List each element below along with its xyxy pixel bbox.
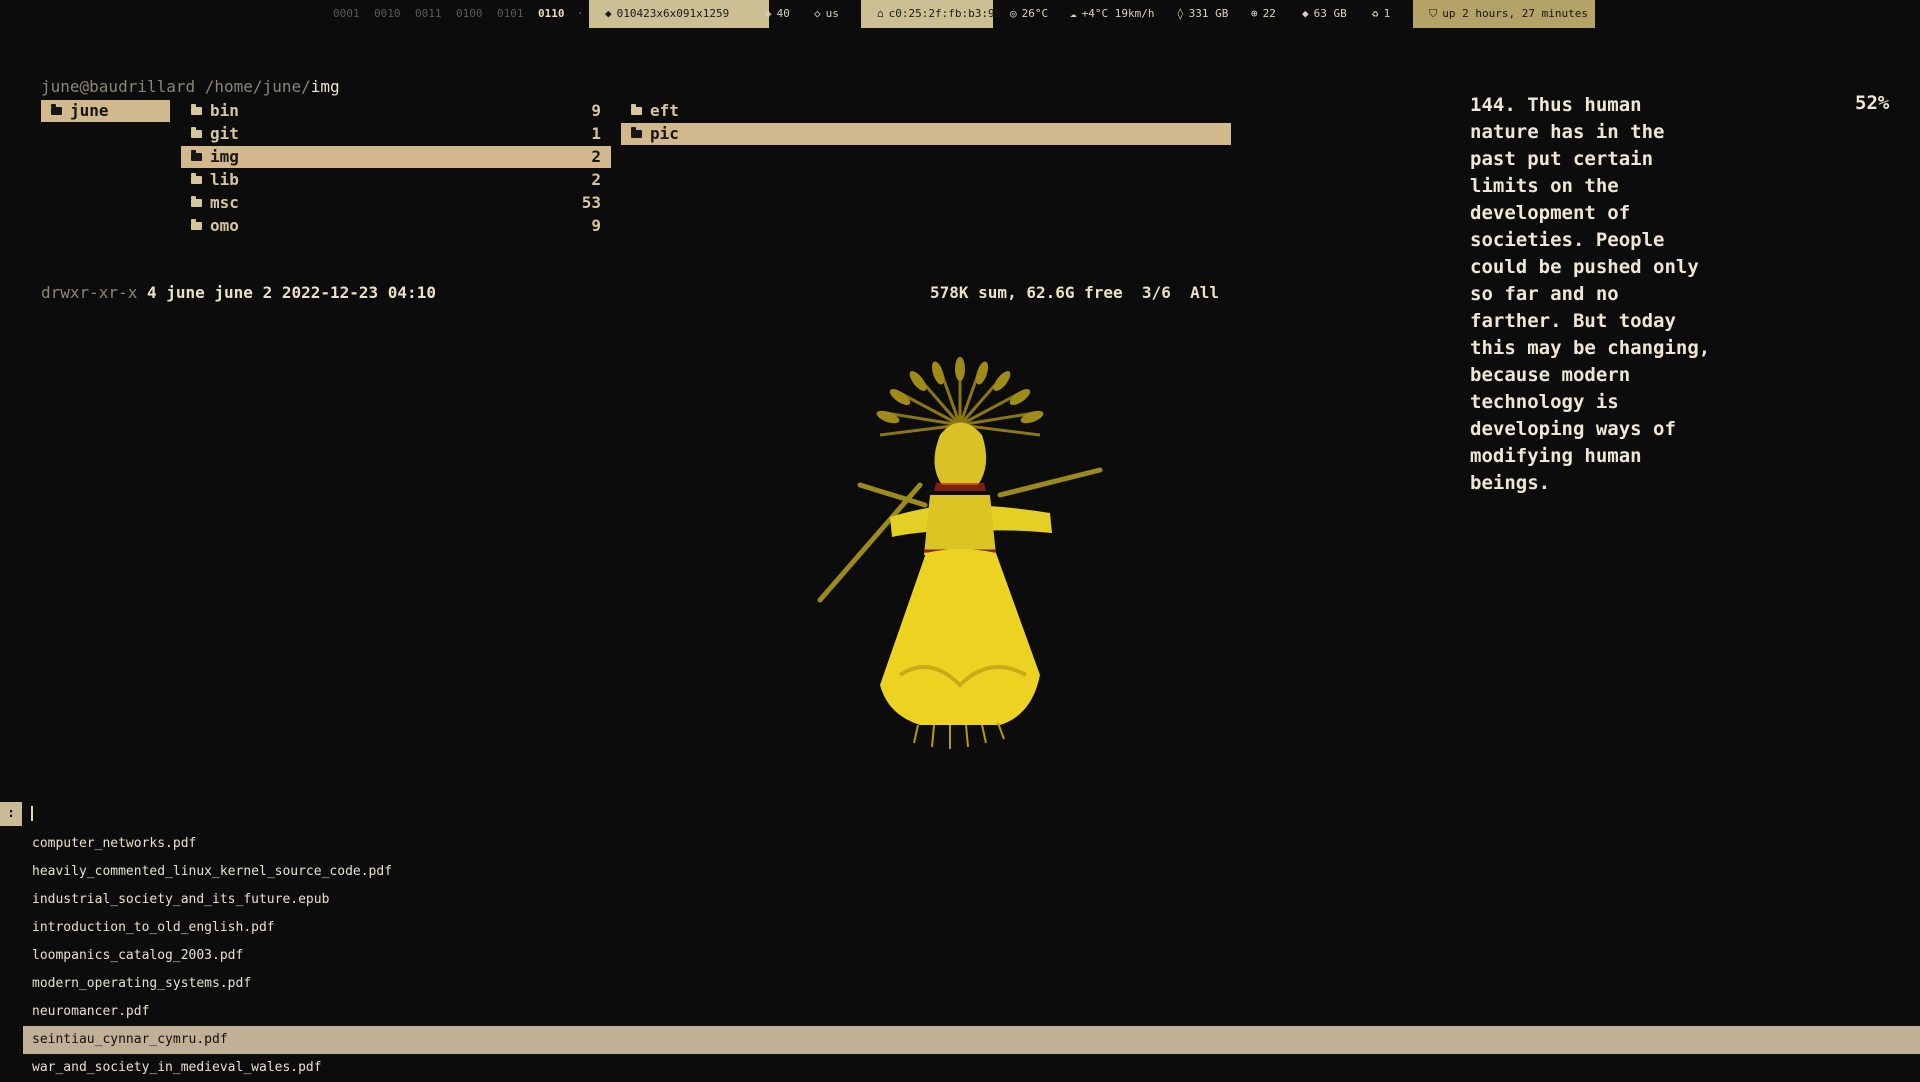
list-item[interactable]: war_and_society_in_medieval_wales.pdf [23,1054,1920,1082]
weather-value: +4°C 19km/h [1081,7,1155,20]
dir-item-omo[interactable]: omo 9 [181,215,611,237]
updates-value: 1 [1383,7,1391,20]
volume-value: 40 [776,7,790,20]
folder-icon [631,127,642,138]
memory-widget: ◆ 63 GB [1302,0,1347,28]
updates-widget: ♻ 1 [1372,0,1390,28]
permissions: drwxr-xr-x [41,283,138,302]
dir-item-count: 2 [591,170,601,189]
dir-item-count: 9 [591,101,601,120]
dir-item-label: omo [210,216,239,235]
cpu-widget: ⊕ 22 [1251,0,1276,28]
workspace-5[interactable]: 0101 [497,0,524,28]
parent-item-june[interactable]: june [41,100,170,122]
temperature-widget: ◎ 26°C [1010,0,1048,28]
straw-doll-image [817,357,1103,749]
list-item[interactable]: industrial_society_and_its_future.epub [23,886,1920,914]
top-status-bar: 0001 0010 0011 0100 0101 0110 · ◆ 010423x… [0,0,1920,28]
folder-icon [191,150,202,161]
reader-text: 144. Thus human nature has in the past p… [1470,94,1711,494]
dir-item-label: img [210,147,239,166]
folder-icon [191,104,202,115]
keyboard-layout-widget[interactable]: ◇ us [814,0,839,28]
preview-item-pic[interactable]: pic [621,123,1231,145]
preview-item-label: eft [650,101,679,120]
list-item[interactable]: loompanics_catalog_2003.pdf [23,942,1920,970]
speaker-icon: ◈ [765,7,772,20]
list-item[interactable]: heavily_commented_linux_kernel_source_co… [23,858,1920,886]
file-info: 4 june june 2 2022-12-23 04:10 [146,283,436,302]
fzf-prompt: : [0,802,22,826]
dir-item-count: 2 [591,147,601,166]
temp-value: 26°C [1021,7,1049,20]
disk-value: 331 GB [1188,7,1229,20]
uptime-pill: ⛉ up 2 hours, 27 minutes [1413,0,1595,28]
user-host: june@baudrillard [41,77,196,96]
list-item[interactable]: neuromancer.pdf [23,998,1920,1026]
shield-icon: ⛉ [1429,7,1438,20]
dir-item-git[interactable]: git 1 [181,123,611,145]
workspace-6-active[interactable]: 0110 [538,0,565,28]
dir-item-msc[interactable]: msc 53 [181,192,611,214]
cpu-icon: ⊕ [1251,7,1258,20]
workspace-4[interactable]: 0100 [456,0,483,28]
uptime-value: up 2 hours, 27 minutes [1442,7,1588,20]
workspace-2[interactable]: 0010 [374,0,401,28]
path-current: img [310,77,340,96]
folder-icon [631,104,642,115]
mem-value: 63 GB [1313,7,1347,20]
folder-icon [191,127,202,138]
preview-item-eft[interactable]: eft [621,100,1231,122]
folder-icon [51,104,62,115]
window-icon: ◆ [605,7,612,20]
keyboard-icon: ◇ [814,7,821,20]
fzf-input-cursor[interactable] [31,806,33,821]
folder-icon [191,196,202,207]
list-item-selected[interactable]: seintiau_cynnar_cymru.pdf [23,1026,1920,1054]
list-item[interactable]: introduction_to_old_english.pdf [23,914,1920,942]
workspace-1[interactable]: 0001 [333,0,360,28]
folder-icon [191,173,202,184]
dir-item-count: 1 [591,124,601,143]
ranger-status-right: 578K sum, 62.6G free 3/6 All [930,283,1219,302]
layout-value: us [825,7,839,20]
preview-item-label: pic [650,124,679,143]
recycle-icon: ♻ [1372,7,1379,20]
disk-icon: ◊ [1177,7,1184,20]
mac-address-pill: ⌂ c0:25:2f:fb:b3:9b [861,0,1001,28]
path-dir: /home/june/ [204,77,311,96]
dir-item-label: lib [210,170,239,189]
dir-item-img[interactable]: img 2 [181,146,611,168]
ranger-status-left: drwxr-xr-x 4 june june 2 2022-12-23 04:1… [41,283,436,302]
folder-icon [191,219,202,230]
dir-item-lib[interactable]: lib 2 [181,169,611,191]
volume-widget[interactable]: ◈ 40 [765,0,790,28]
cloud-icon: ☁ [1070,7,1077,20]
parent-item-label: june [70,101,109,120]
list-item[interactable]: modern_operating_systems.pdf [23,970,1920,998]
reader-progress-percent: 52% [1855,92,1890,114]
dir-item-label: msc [210,193,239,212]
thermometer-icon: ◎ [1010,7,1017,20]
workspace-3[interactable]: 0011 [415,0,442,28]
ranger-path: june@baudrillard /home/june/img [41,77,340,96]
dir-item-bin[interactable]: bin 9 [181,100,611,122]
list-item[interactable]: computer_networks.pdf [23,830,1920,858]
window-title: 010423x6x091x1259 [616,7,730,20]
weather-widget: ☁ +4°C 19km/h [1070,0,1154,28]
cpu-value: 22 [1262,7,1276,20]
dir-item-label: git [210,124,239,143]
disk-widget: ◊ 331 GB [1177,0,1228,28]
memory-icon: ◆ [1302,7,1309,20]
window-title-pill: ◆ 010423x6x091x1259 [589,0,769,28]
mac-value: c0:25:2f:fb:b3:9b [888,7,1002,20]
network-icon: ⌂ [877,7,884,20]
dir-item-count: 53 [581,193,601,212]
dir-item-label: bin [210,101,239,120]
dir-item-count: 9 [591,216,601,235]
separator-dot: · [577,7,584,20]
